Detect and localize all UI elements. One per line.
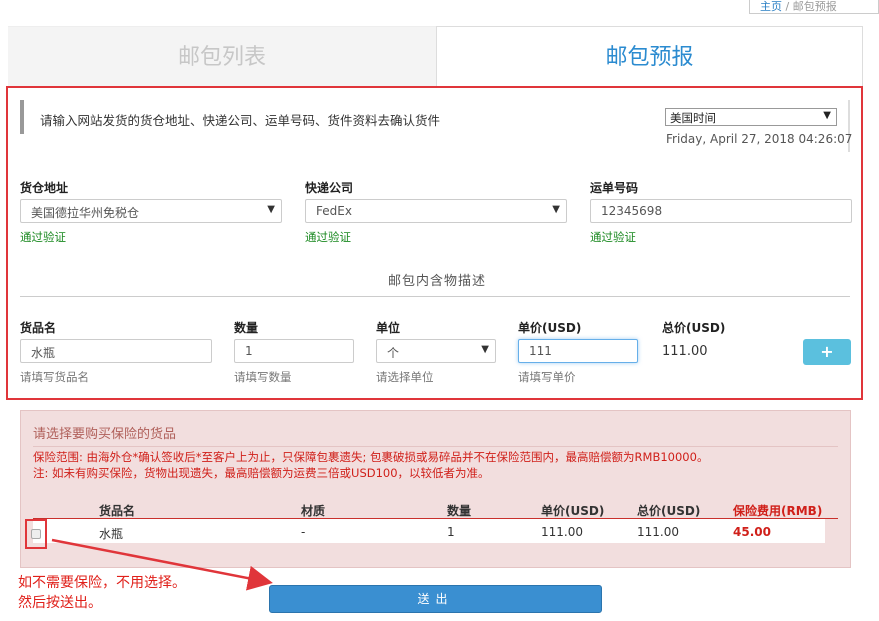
quantity-hint: 请填写数量 (234, 370, 292, 384)
cell-unit-price: 111.00 (541, 525, 583, 539)
courier-valid-status: 通过验证 (305, 230, 351, 244)
col-header-item-name: 货品名 (99, 504, 136, 518)
forecast-form-panel: 请输入网站发货的货仓地址、快递公司、运单号码、货件资料去确认货件 美国时间 ▼ … (6, 86, 863, 400)
cell-material: - (301, 525, 306, 539)
chevron-down-icon: ▼ (481, 344, 489, 355)
tab-bar: 邮包列表 邮包预报 (8, 26, 863, 86)
tracking-label: 运单号码 (590, 181, 639, 195)
section-divider (20, 296, 850, 297)
unit-hint: 请选择单位 (376, 370, 434, 384)
col-header-total-price: 总价(USD) (637, 504, 701, 518)
unit-price-input[interactable]: 111 (518, 339, 638, 363)
warehouse-select[interactable]: 美国德拉华州免税仓 ▼ (20, 199, 282, 223)
courier-label: 快递公司 (305, 181, 354, 195)
cell-quantity: 1 (447, 525, 455, 539)
tab-parcel-forecast[interactable]: 邮包预报 (436, 26, 863, 86)
unit-price-label: 单价(USD) (518, 321, 582, 335)
annotation-line-2: 然后按送出。 (18, 595, 102, 611)
unit-label: 单位 (376, 321, 401, 335)
unit-value: 个 (387, 346, 400, 360)
chevron-down-icon: ▼ (267, 204, 275, 215)
chevron-down-icon: ▼ (823, 110, 831, 121)
courier-value: FedEx (316, 204, 352, 218)
tracking-valid-status: 通过验证 (590, 230, 636, 244)
col-header-material: 材质 (301, 504, 326, 518)
item-name-label: 货品名 (20, 321, 57, 335)
tab-parcel-list[interactable]: 邮包列表 (8, 26, 436, 86)
col-header-unit-price: 单价(USD) (541, 504, 605, 518)
total-price-label: 总价(USD) (662, 321, 726, 335)
insurance-divider (33, 446, 838, 447)
quantity-label: 数量 (234, 321, 259, 335)
item-name-input[interactable]: 水瓶 (20, 339, 212, 363)
warehouse-label: 货仓地址 (20, 181, 69, 195)
add-item-button[interactable]: + (803, 339, 851, 365)
cell-item-name: 水瓶 (99, 527, 124, 541)
table-row (33, 519, 825, 543)
col-header-quantity: 数量 (447, 504, 472, 518)
cell-total-price: 111.00 (637, 525, 679, 539)
plus-icon: + (820, 342, 834, 361)
timezone-value: 美国时间 (670, 111, 716, 125)
checkbox-highlight (25, 519, 47, 549)
insure-item-checkbox[interactable] (31, 529, 41, 539)
courier-select[interactable]: FedEx ▼ (305, 199, 567, 223)
warehouse-valid-status: 通过验证 (20, 230, 66, 244)
quantity-input[interactable]: 1 (234, 339, 354, 363)
annotation-note: 如不需要保险，不用选择。 然后按送出。 (18, 573, 186, 613)
breadcrumb-home-link[interactable]: 主页 (760, 0, 782, 13)
current-datetime: Friday, April 27, 2018 04:26:07 (666, 132, 853, 146)
item-name-hint: 请填写货品名 (20, 370, 89, 384)
total-price-value: 111.00 (662, 344, 708, 359)
unit-price-hint: 请填写单价 (518, 370, 576, 384)
chevron-down-icon: ▼ (552, 204, 560, 215)
tracking-input[interactable]: 12345698 (590, 199, 852, 223)
warehouse-value: 美国德拉华州免税仓 (31, 206, 140, 220)
timezone-select[interactable]: 美国时间 ▼ (665, 108, 837, 126)
breadcrumb-separator: / (785, 0, 790, 13)
insurance-disclaimer-note: 注: 如未有购买保险，货物出现遗失，最高赔偿额为运费三倍或USD100，以较低者… (33, 466, 490, 480)
cell-insurance-fee: 45.00 (733, 525, 771, 539)
submit-button[interactable]: 送出 (269, 585, 602, 613)
breadcrumb: 主页 / 邮包预报 (749, 0, 879, 14)
insurance-panel: 请选择要购买保险的货品 保险范围: 由海外仓*确认签收后*至客户上为止，只保障包… (20, 410, 851, 568)
contents-section-title: 邮包内含物描述 (388, 274, 487, 289)
annotation-line-1: 如不需要保险，不用选择。 (18, 575, 186, 591)
breadcrumb-current: 邮包预报 (792, 0, 837, 13)
insurance-title: 请选择要购买保险的货品 (33, 427, 177, 442)
col-header-insurance-fee: 保险费用(RMB) (733, 504, 823, 518)
insurance-coverage-note: 保险范围: 由海外仓*确认签收后*至客户上为止，只保障包裹遗失; 包裹破损或易碎… (33, 450, 709, 464)
unit-select[interactable]: 个 ▼ (376, 339, 496, 363)
